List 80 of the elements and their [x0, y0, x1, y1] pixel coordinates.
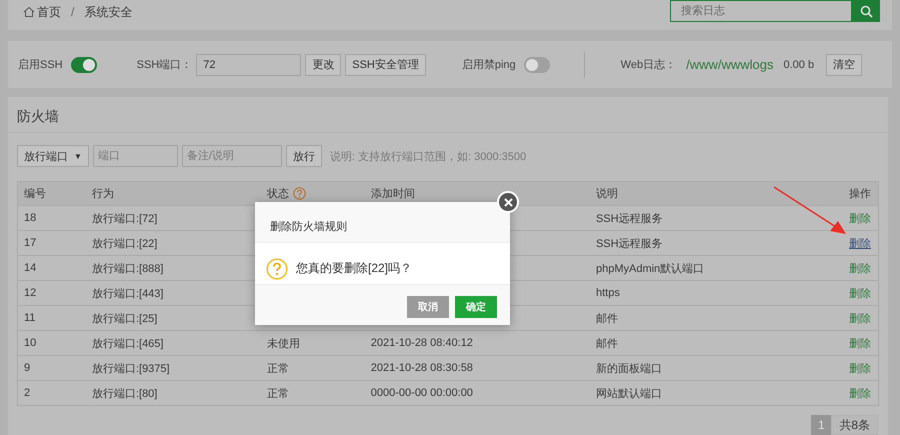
- dialog-title: 删除防火墙规则: [255, 202, 510, 243]
- table-cell: 放行端口:[72]: [92, 212, 158, 224]
- table-cell: 放行端口:[22]: [92, 238, 158, 250]
- table-cell: phpMyAdmin默认端口: [596, 262, 704, 274]
- search-field[interactable]: 搜索日志: [670, 0, 852, 22]
- delete-link[interactable]: 删除: [849, 338, 871, 350]
- search-icon: [860, 4, 872, 18]
- table-cell: 11: [24, 312, 36, 324]
- help-icon[interactable]: [292, 187, 306, 200]
- table-cell: 10: [24, 337, 36, 349]
- table-cell: 2: [24, 387, 30, 399]
- table-cell: 邮件: [596, 338, 618, 350]
- web-log-label: Web日志：: [620, 58, 676, 72]
- question-icon: [266, 258, 288, 280]
- table-cell: 17: [24, 237, 36, 249]
- table-cell: 放行端口:[465]: [92, 338, 164, 350]
- table-cell: 放行端口:[9375]: [92, 362, 170, 374]
- table-cell: 放行端口:[443]: [92, 288, 164, 300]
- column-header: 行为: [92, 188, 114, 200]
- delete-link[interactable]: 删除: [849, 262, 871, 274]
- table-cell: 放行端口:[25]: [92, 312, 158, 324]
- select-value: 放行端口: [24, 150, 68, 164]
- web-log-path: /www/wwwlogs: [686, 57, 774, 72]
- table-cell: 放行端口:[888]: [92, 262, 164, 274]
- column-header: 编号: [24, 188, 46, 200]
- allow-button[interactable]: 放行: [286, 145, 322, 167]
- delete-link[interactable]: 删除: [849, 312, 871, 324]
- ssh-port-label: SSH端口：: [136, 58, 192, 72]
- table-cell: 18: [24, 212, 36, 224]
- change-button[interactable]: 更改: [305, 54, 342, 76]
- note-field[interactable]: 备注/说明: [182, 145, 282, 167]
- table-cell: 网站默认端口: [596, 388, 662, 400]
- table-cell: 正常: [266, 388, 289, 400]
- ssh-manage-button[interactable]: SSH安全管理: [345, 54, 426, 76]
- delete-link[interactable]: 删除: [849, 362, 871, 374]
- breadcrumb-link[interactable]: 首页: [37, 4, 61, 20]
- table-cell: 0000-00-00 00:00:00: [370, 387, 473, 399]
- table-cell: 2021-10-28 08:30:58: [370, 362, 473, 374]
- close-icon: [502, 196, 514, 208]
- table-cell: 放行端口:[80]: [92, 388, 158, 400]
- hint-text: 说明: 支持放行端口范围，如: 3000:3500: [330, 150, 526, 164]
- table-cell: SSH远程服务: [596, 238, 663, 250]
- confirm-button[interactable]: 确定: [455, 296, 497, 318]
- total-count: 共8条: [831, 415, 878, 435]
- search-button[interactable]: [852, 0, 880, 22]
- table-cell: 9: [24, 362, 30, 374]
- table-cell: 新的面板端口: [596, 362, 662, 374]
- table-cell: 14: [24, 262, 36, 274]
- breadcrumb-separator: /: [71, 5, 74, 19]
- home-icon: [23, 6, 35, 18]
- delete-link[interactable]: 删除: [849, 212, 871, 224]
- table-cell: 正常: [266, 362, 289, 374]
- ping-label: 启用禁ping: [462, 58, 516, 72]
- table-cell: 未使用: [266, 338, 300, 350]
- web-log-size: 0.00 b: [784, 58, 814, 70]
- ssh-toggle[interactable]: [70, 56, 97, 72]
- section-title: 防火墙: [8, 97, 888, 133]
- ping-toggle[interactable]: [524, 56, 550, 72]
- clear-button[interactable]: 清空: [826, 54, 862, 76]
- ssh-label: 启用SSH: [18, 58, 63, 72]
- table-cell: https: [596, 287, 620, 299]
- delete-link[interactable]: 删除: [849, 238, 871, 250]
- cancel-button[interactable]: 取消: [407, 296, 449, 318]
- table-cell: 12: [24, 287, 36, 299]
- dialog-message: 您真的要删除[22]吗？: [296, 260, 412, 278]
- column-header: 添加时间: [370, 188, 415, 200]
- ssh-port-field[interactable]: 72: [196, 54, 302, 76]
- column-header: 说明: [596, 188, 618, 200]
- caret-icon: ▼: [74, 152, 82, 160]
- port-field[interactable]: 端口: [92, 145, 178, 167]
- breadcrumb-current: 系统安全: [84, 4, 132, 20]
- table-cell: 邮件: [596, 312, 618, 324]
- column-header: 操作: [849, 188, 871, 200]
- page-button[interactable]: 1: [811, 415, 832, 435]
- delete-link[interactable]: 删除: [849, 288, 871, 300]
- table-cell: 2021-10-28 08:40:12: [370, 337, 473, 349]
- column-header: 状态: [266, 188, 289, 200]
- table-cell: SSH远程服务: [596, 212, 663, 224]
- delete-link[interactable]: 删除: [849, 388, 871, 400]
- rule-type-select[interactable]: 放行端口 ▼: [17, 145, 89, 167]
